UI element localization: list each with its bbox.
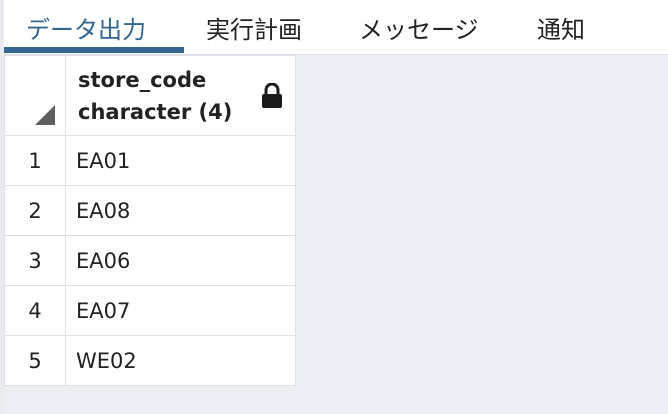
- table-row: 4 EA07: [4, 285, 296, 336]
- table-cell[interactable]: EA08: [65, 185, 296, 236]
- table-cell[interactable]: EA06: [65, 235, 296, 286]
- active-tab-indicator: [4, 47, 184, 53]
- row-number[interactable]: 2: [4, 185, 66, 236]
- data-grid: store_code character (4) 1 EA01 2 EA08 3: [4, 55, 296, 386]
- table-row: 5 WE02: [4, 335, 296, 386]
- table-row: 2 EA08: [4, 185, 296, 236]
- table-cell[interactable]: EA07: [65, 285, 296, 336]
- table-cell[interactable]: WE02: [65, 335, 296, 386]
- lock-icon: [262, 83, 282, 108]
- table-row: 3 EA06: [4, 235, 296, 286]
- tab-explain[interactable]: 実行計画: [206, 0, 302, 54]
- tab-messages[interactable]: メッセージ: [359, 0, 479, 54]
- data-grid-area: store_code character (4) 1 EA01 2 EA08 3: [4, 55, 668, 414]
- row-number[interactable]: 1: [4, 135, 66, 186]
- tab-notifications[interactable]: 通知: [537, 0, 585, 54]
- column-header-store-code[interactable]: store_code character (4): [65, 55, 296, 136]
- table-row: 1 EA01: [4, 135, 296, 186]
- column-name: store_code: [78, 68, 207, 92]
- row-number[interactable]: 5: [4, 335, 66, 386]
- corner-triangle-icon: [35, 105, 55, 125]
- select-all-corner[interactable]: [4, 55, 66, 136]
- column-type: character (4): [78, 100, 233, 124]
- tab-data-output[interactable]: データ出力: [26, 0, 146, 54]
- row-number[interactable]: 3: [4, 235, 66, 286]
- row-number[interactable]: 4: [4, 285, 66, 336]
- table-cell[interactable]: EA01: [65, 135, 296, 186]
- tab-bar: データ出力 実行計画 メッセージ 通知: [4, 0, 668, 55]
